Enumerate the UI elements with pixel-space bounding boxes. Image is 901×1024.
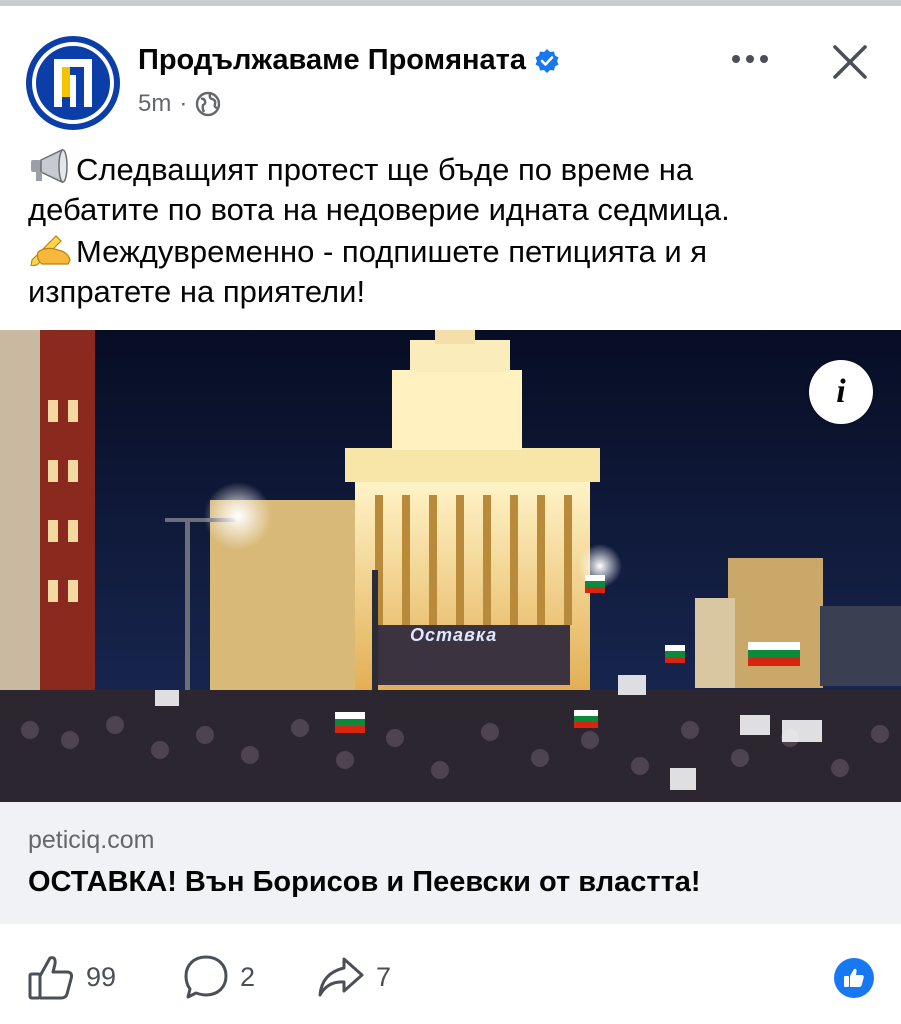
link-title[interactable]: ОСТАВКА! Вън Борисов и Пеевски от властт… — [28, 866, 701, 899]
avatar-ring — [32, 42, 114, 124]
post-text-line-1: Следващият протест ще бъде по време на — [28, 148, 878, 190]
comment-icon — [184, 955, 228, 999]
more-options-icon[interactable] — [728, 42, 772, 76]
post-meta: 5m · — [138, 90, 221, 118]
post-photo[interactable]: Оставка — [0, 330, 901, 802]
close-icon[interactable] — [830, 42, 870, 82]
like-reaction-badge-icon[interactable] — [834, 958, 874, 998]
meta-separator: · — [179, 90, 188, 117]
share-icon — [318, 957, 364, 997]
page-avatar[interactable] — [26, 36, 120, 130]
thumbs-up-icon — [28, 956, 74, 1000]
like-reaction-thumb-icon — [844, 968, 864, 987]
link-domain: peticiq.com — [28, 826, 155, 854]
protest-photo-illustration: Оставка — [0, 330, 901, 802]
post-text-line-1-text: Следващият протест ще бъде по време на — [76, 152, 694, 187]
post-time[interactable]: 5m — [138, 90, 171, 118]
megaphone-icon — [31, 148, 68, 184]
info-icon[interactable]: i — [809, 360, 873, 424]
post-text-line-4: изпратете на приятели! — [28, 274, 366, 309]
projection-text: Оставка — [410, 625, 497, 645]
link-preview[interactable] — [0, 802, 901, 924]
like-button[interactable]: 99 — [26, 944, 116, 1010]
post-text-line-3: Междувременно - подпишете петицията и я — [28, 230, 878, 272]
post-text-line-3-text: Междувременно - подпишете петицията и я — [76, 234, 708, 269]
globe-icon — [196, 91, 221, 117]
like-count: 99 — [86, 961, 117, 992]
share-count: 7 — [376, 961, 392, 992]
comment-count: 2 — [240, 961, 256, 992]
comment-button[interactable]: 2 — [182, 944, 255, 1010]
page-name-row: Продължаваме Промяната — [138, 44, 560, 77]
page-name[interactable]: Продължаваме Промяната — [138, 44, 526, 77]
post-text-line-2: дебатите по вота на недоверие идната сед… — [28, 192, 730, 227]
verified-badge-icon — [535, 48, 559, 73]
post-text: Следващият протест ще бъде по време на д… — [28, 148, 878, 312]
writing-hand-icon — [30, 235, 71, 266]
share-button[interactable]: 7 — [316, 944, 391, 1010]
action-bar: 99 2 7 — [0, 944, 901, 1010]
top-divider — [0, 0, 901, 6]
